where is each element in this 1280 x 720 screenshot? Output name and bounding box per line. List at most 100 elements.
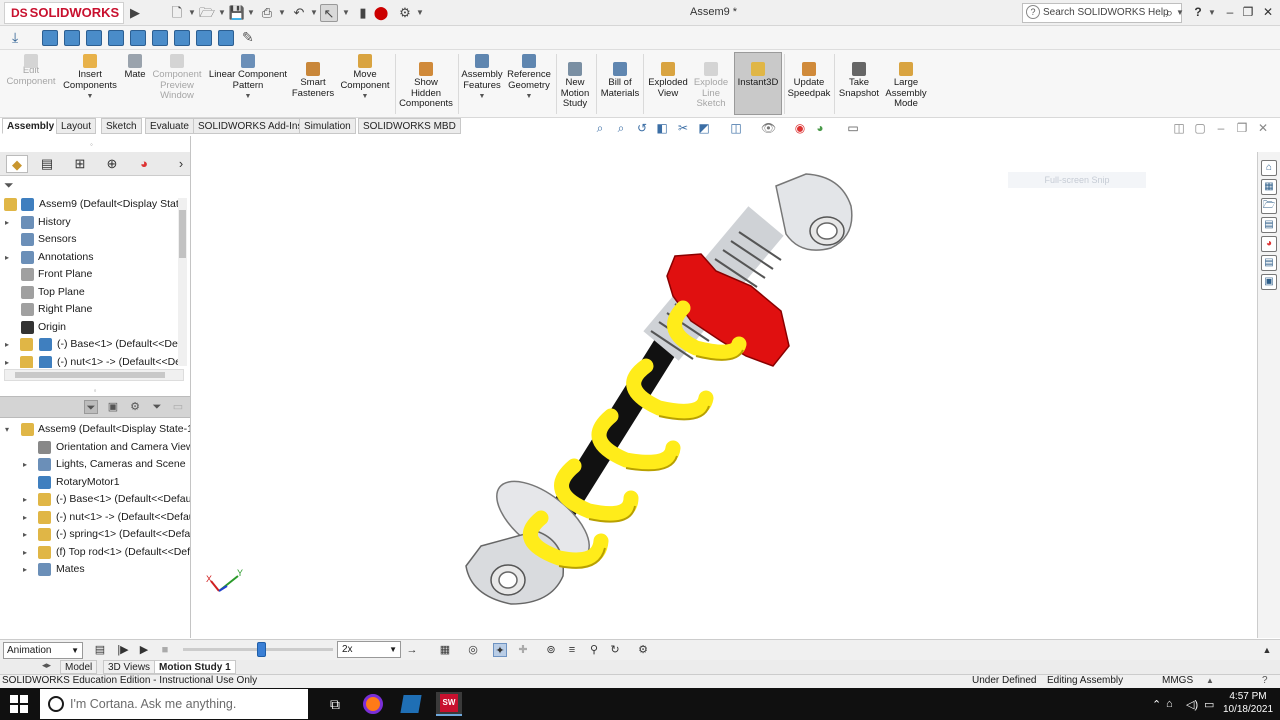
tree-item[interactable]: Origin [0, 319, 180, 336]
volume-icon[interactable]: ◁) [1186, 698, 1198, 711]
exploded-view-button[interactable]: Exploded View [646, 62, 690, 99]
print-icon[interactable]: ⎙ [258, 4, 276, 22]
chevron-up-icon[interactable]: ▲ [1206, 676, 1214, 685]
add-key-icon[interactable]: ✚ [516, 643, 530, 657]
notification-icon[interactable]: ▭ [1204, 698, 1214, 711]
timeline-slider-knob[interactable] [257, 642, 266, 657]
explode-line-sketch-button[interactable]: Explode Line Sketch [690, 62, 732, 110]
new-motion-study-button[interactable]: New Motion Study [558, 62, 592, 110]
calculate-icon[interactable]: ▤ [93, 643, 107, 657]
zoom-to-area-icon[interactable]: ⌕ [614, 121, 628, 135]
expand-arrow-icon[interactable]: ▸ [23, 526, 27, 543]
tab-3d-views[interactable]: 3D Views [103, 660, 156, 674]
solidworks-taskbar-icon[interactable]: SW [436, 692, 462, 716]
select-pointer-icon[interactable]: ↖ [320, 4, 338, 22]
study-type-select[interactable]: Animation ▼ [3, 642, 83, 659]
view-top-icon[interactable] [130, 30, 146, 46]
tab-solidworks-mbd[interactable]: SOLIDWORKS MBD [358, 118, 461, 134]
expand-arrow-icon[interactable]: ▸ [5, 249, 9, 266]
motion-tree-item[interactable]: ▸ Lights, Cameras and Scene [0, 456, 190, 473]
viewport-close-icon[interactable]: ✕ [1256, 121, 1270, 135]
force-icon[interactable]: ↻ [608, 643, 622, 657]
configuration-manager-tab[interactable]: ⊞ [69, 155, 91, 173]
zoom-to-fit-icon[interactable]: ⌕ [593, 121, 607, 135]
panel-chevron-right-icon[interactable]: › [170, 155, 192, 173]
tree-item[interactable]: Right Plane [0, 301, 180, 318]
network-icon[interactable]: ⌂ [1166, 698, 1173, 710]
feature-tree-hscrollbar[interactable] [4, 369, 184, 381]
expand-arrow-icon[interactable]: ▸ [23, 561, 27, 578]
apply-scene-icon[interactable]: ◕ [813, 121, 827, 135]
expand-arrow-icon[interactable]: ▸ [23, 456, 27, 473]
show-hidden-components-button[interactable]: Show Hidden Components [396, 62, 456, 110]
view-left-icon[interactable] [86, 30, 102, 46]
collapse-motion-manager-icon[interactable]: ▲ [1260, 643, 1274, 657]
motion-tree-root[interactable]: ▾ Assem9 (Default<Display State-1>) [0, 421, 190, 438]
close-icon[interactable]: ✕ [1260, 4, 1276, 20]
minimize-icon[interactable]: – [1222, 4, 1238, 20]
scroll-thumb[interactable] [15, 372, 165, 378]
motor-icon[interactable]: ⊚ [544, 643, 558, 657]
view-settings-icon[interactable]: ▭ [846, 121, 860, 135]
search-icon[interactable]: ⌕ [1166, 4, 1173, 22]
chevron-down-icon[interactable]: ▼ [1176, 8, 1184, 17]
chevron-down-icon[interactable]: ▼ [247, 8, 255, 17]
help-status-icon[interactable]: ? [1262, 675, 1268, 686]
stop-icon[interactable]: ■ [158, 643, 172, 657]
property-manager-tab[interactable]: ▤ [36, 155, 58, 173]
taskbar-clock[interactable]: 4:57 PM 10/18/2021 [1220, 690, 1276, 716]
chevron-down-icon[interactable]: ▼ [278, 8, 286, 17]
chevron-down-icon[interactable]: ▼ [416, 8, 424, 17]
tree-item[interactable]: Sensors [0, 231, 180, 248]
chevron-down-icon[interactable]: ▼ [342, 8, 350, 17]
tree-item[interactable]: ▸ (-) Base<1> (Default<<Default> [0, 336, 180, 353]
solidworks-logo[interactable]: DS SOLIDWORKS [4, 2, 124, 24]
tab-motion-study-1[interactable]: Motion Study 1 [154, 660, 236, 674]
expand-arrow-icon[interactable]: ▾ [5, 421, 9, 438]
bill-of-materials-button[interactable]: Bill of Materials [598, 62, 642, 99]
tree-item[interactable]: ▸ History [0, 214, 180, 231]
move-component-button[interactable]: Move Component ▼ [338, 54, 392, 103]
view-back-icon[interactable] [64, 30, 80, 46]
expand-arrow-icon[interactable]: ▸ [5, 354, 9, 369]
linear-component-pattern-button[interactable]: Linear Component Pattern ▼ [206, 54, 290, 103]
tab-scroll-icon[interactable]: ◂▸ [42, 660, 51, 671]
filter-icon[interactable]: ⏷ [84, 400, 98, 414]
view-dimetric-icon[interactable] [218, 30, 234, 46]
new-document-icon[interactable]: 🗋 [168, 4, 186, 22]
filter-animated-icon[interactable]: ▣ [106, 400, 120, 414]
view-palette-icon[interactable]: ▤ [1261, 217, 1277, 233]
viewport-tile-icon[interactable]: ▢ [1193, 121, 1207, 135]
tree-item[interactable]: Front Plane [0, 266, 180, 283]
file-explorer-icon[interactable]: 🗁 [1261, 198, 1277, 214]
view-trimetric-icon[interactable] [196, 30, 212, 46]
section-view-icon[interactable]: ◧ [655, 121, 669, 135]
expand-arrow-icon[interactable]: ▸ [5, 336, 9, 353]
scroll-thumb[interactable] [179, 210, 186, 258]
help-button[interactable]: ? [1190, 4, 1206, 20]
rebuild-icon[interactable]: ▮ [354, 4, 372, 22]
viewport-restore-icon[interactable]: ❐ [1235, 121, 1249, 135]
tab-solidworks-add-ins[interactable]: SOLIDWORKS Add-Ins [193, 118, 308, 134]
tree-root-assembly[interactable]: ▾Assem9 (Default<Display State-1>) [0, 196, 180, 213]
viewport-minimize-icon[interactable]: – [1214, 121, 1228, 135]
reference-geometry-button[interactable]: Reference Geometry ▼ [506, 54, 552, 103]
tab-assembly[interactable]: Assembly [2, 118, 60, 134]
chevron-down-icon[interactable]: ▼ [1208, 8, 1216, 17]
undo-icon[interactable]: ↶ [290, 4, 308, 22]
open-folder-icon[interactable]: 🗁 [198, 4, 216, 22]
tree-item[interactable]: Top Plane [0, 284, 180, 301]
save-icon[interactable]: 💾 [228, 4, 246, 22]
smart-fasteners-button[interactable]: Smart Fasteners [290, 62, 336, 99]
expand-arrow-icon[interactable]: ▸ [5, 214, 9, 231]
chevron-down-icon[interactable]: ▼ [60, 92, 120, 103]
insert-components-button[interactable]: Insert Components ▼ [60, 54, 120, 103]
panel-splitter[interactable]: ◦ [0, 386, 190, 396]
edit-component-button[interactable]: Edit Component [4, 54, 58, 87]
dynamic-annotation-icon[interactable]: ✂ [676, 121, 690, 135]
restore-icon[interactable]: ❐ [1240, 4, 1256, 20]
design-library-icon[interactable]: ▦ [1261, 179, 1277, 195]
save-animation-icon[interactable]: ▦ [438, 643, 452, 657]
motion-tree-item[interactable]: ▸ (-) nut<1> -> (Default<<Default> [0, 509, 190, 526]
autokey-icon[interactable]: ✦ [493, 643, 507, 657]
